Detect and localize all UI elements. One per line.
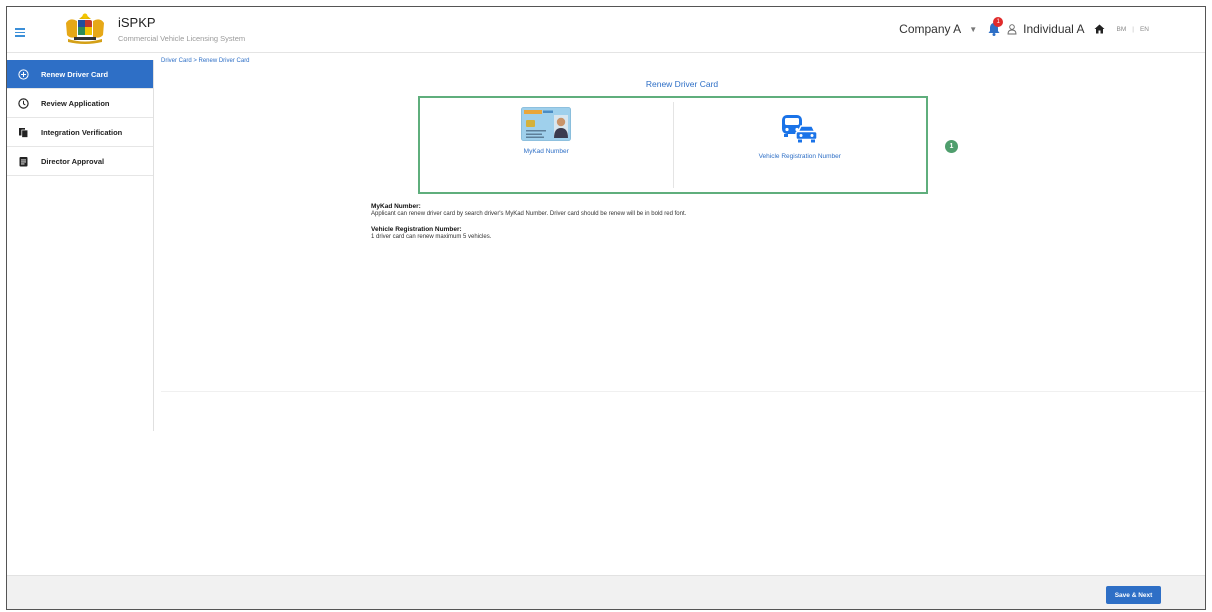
sidebar-item-label: Renew Driver Card — [41, 69, 109, 79]
lang-en-link[interactable]: EN — [1140, 26, 1149, 33]
sidebar-item-label: Director Approval — [41, 156, 105, 166]
option-label: MyKad Number — [523, 148, 569, 155]
app-subtitle: Commercial Vehicle Licensing System — [118, 34, 246, 43]
vehicles-icon — [781, 115, 818, 143]
page-title: Renew Driver Card — [645, 79, 719, 89]
sidebar-item-label: Integration Verification — [41, 127, 123, 137]
company-selector[interactable]: Company A — [899, 22, 961, 36]
option-vehicle-registration-number[interactable]: Vehicle Registration Number — [674, 98, 927, 192]
note-heading: MyKad Number: — [371, 203, 421, 210]
plus-circle-icon — [17, 68, 29, 80]
documents-icon — [17, 126, 29, 138]
user-name[interactable]: Individual A — [1023, 22, 1084, 36]
sidebar-item-integration-verification[interactable]: Integration Verification — [7, 118, 153, 147]
notification-bell-icon[interactable]: 1 — [987, 17, 1004, 37]
clock-icon — [17, 97, 29, 109]
footer-bar: Save & Next — [7, 575, 1205, 609]
app-title: iSPKP — [118, 15, 156, 30]
sidebar-item-renew-driver-card[interactable]: Renew Driver Card — [7, 60, 153, 89]
content-divider — [161, 391, 1205, 392]
sidebar-item-label: Review Application — [41, 98, 110, 108]
note-heading: Vehicle Registration Number: — [371, 226, 462, 233]
lang-separator: | — [1132, 25, 1134, 33]
option-mykad-number[interactable]: MyKad Number — [420, 98, 673, 192]
menu-icon[interactable] — [15, 28, 25, 37]
breadcrumb[interactable]: Driver Card > Renew Driver Card — [161, 58, 250, 64]
top-header: iSPKP Commercial Vehicle Licensing Syste… — [7, 7, 1205, 53]
mykad-card-icon — [521, 107, 572, 141]
option-label: Vehicle Registration Number — [758, 153, 841, 160]
save-and-next-button[interactable]: Save & Next — [1106, 586, 1161, 604]
lang-bm-link[interactable]: BM — [1117, 26, 1127, 33]
note-body: 1 driver card can renew maximum 5 vehicl… — [371, 234, 492, 240]
notification-badge: 1 — [993, 17, 1004, 27]
user-icon — [1007, 23, 1017, 34]
notes-section: MyKad Number: Applicant can renew driver… — [371, 203, 1071, 240]
chevron-down-icon[interactable]: ▼ — [969, 25, 977, 34]
app-window: iSPKP Commercial Vehicle Licensing Syste… — [6, 6, 1206, 610]
header-actions: Company A ▼ 1 Individual A BM | EN — [899, 17, 1149, 39]
clipboard-icon — [17, 155, 29, 167]
sidebar-item-review-application[interactable]: Review Application — [7, 89, 153, 118]
sidebar: Renew Driver Card Review Application Int… — [7, 60, 154, 431]
sidebar-item-director-approval[interactable]: Director Approval — [7, 147, 153, 176]
step-badge: 1 — [945, 140, 958, 153]
search-method-selector: MyKad Number Vehicle Registration Number — [418, 96, 928, 194]
coat-of-arms-logo — [66, 13, 104, 44]
home-icon[interactable] — [1094, 24, 1105, 34]
